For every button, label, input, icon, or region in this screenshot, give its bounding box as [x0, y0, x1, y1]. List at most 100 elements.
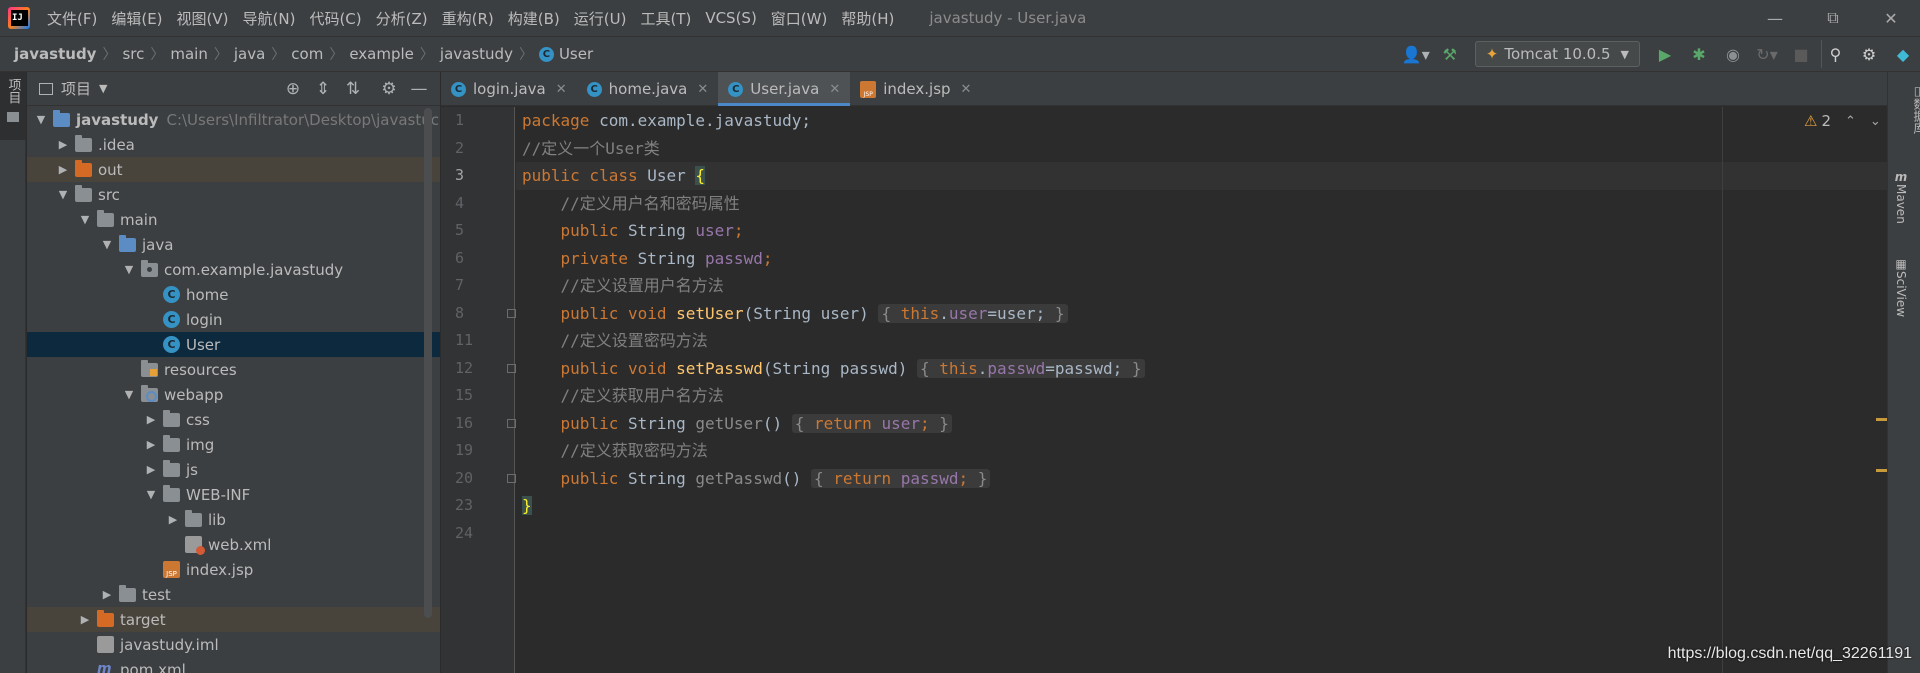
tab-index-jsp[interactable]: JSP index.jsp ✕ — [850, 72, 981, 106]
chevron-down-icon[interactable]: ▼ — [121, 263, 137, 276]
menu-tools[interactable]: 工具(T) — [633, 8, 698, 29]
menu-help[interactable]: 帮助(H) — [834, 8, 901, 29]
menu-analyze[interactable]: 分析(Z) — [369, 8, 435, 29]
chevron-right-icon[interactable]: ▶ — [55, 138, 71, 151]
chevron-down-icon[interactable]: ▼ — [33, 113, 49, 126]
folded-body[interactable]: { this.user=user; } — [878, 303, 1068, 323]
chevron-right-icon[interactable]: ▶ — [99, 588, 115, 601]
menu-vcs[interactable]: VCS(S) — [698, 9, 763, 27]
close-icon[interactable]: ✕ — [829, 82, 840, 97]
tree-item-css[interactable]: ▶ css — [27, 407, 440, 432]
breadcrumb-main[interactable]: main — [170, 45, 207, 63]
tab-user-java[interactable]: C User.java ✕ — [718, 72, 851, 106]
tree-item-idea[interactable]: ▶ .idea — [27, 132, 440, 157]
fold-icon[interactable] — [507, 363, 516, 373]
tab-home-java[interactable]: Chome.java ✕ — [577, 72, 719, 106]
menu-file[interactable]: 文件(F) — [40, 8, 104, 29]
tree-item-home[interactable]: Chome — [27, 282, 440, 307]
code-editor[interactable]: package com.example.javastudy; //定义一个Use… — [516, 107, 1887, 673]
tree-item-webinf[interactable]: ▼ WEB-INF — [27, 482, 440, 507]
gear-icon[interactable]: ⚙ — [374, 79, 404, 99]
locate-icon[interactable]: ⊕ — [278, 79, 308, 99]
chevron-up-icon[interactable]: ⌃ — [1845, 114, 1856, 129]
close-icon[interactable]: ✕ — [1862, 0, 1920, 36]
tree-item-javastudy[interactable]: ▼ javastudy C:\Users\Infiltrator\Desktop\j… — [27, 107, 440, 132]
chevron-down-icon[interactable]: ▼ — [99, 82, 107, 95]
breadcrumb-example[interactable]: example — [349, 45, 414, 63]
run-configuration-select[interactable]: ✦ Tomcat 10.0.5 ▼ — [1474, 41, 1640, 67]
minimize-icon[interactable]: — — [1746, 0, 1804, 36]
breadcrumb-javastudy[interactable]: javastudy — [440, 45, 513, 63]
search-icon[interactable]: ⚲ — [1821, 40, 1849, 68]
fold-icon[interactable] — [507, 418, 516, 428]
breadcrumb-project[interactable]: javastudy — [14, 45, 96, 63]
menu-build[interactable]: 构建(B) — [501, 8, 567, 29]
chevron-right-icon[interactable]: ▶ — [143, 463, 159, 476]
project-scrollbar[interactable] — [424, 108, 432, 618]
breadcrumb-java[interactable]: java — [234, 45, 265, 63]
breadcrumb-com[interactable]: com — [291, 45, 323, 63]
tab-login-java[interactable]: Clogin.java ✕ — [441, 72, 577, 106]
hide-icon[interactable]: — — [404, 79, 434, 99]
maven-tool-tab[interactable]: m Maven — [1894, 170, 1908, 224]
tree-item-js[interactable]: ▶ js — [27, 457, 440, 482]
tree-item-img[interactable]: ▶ img — [27, 432, 440, 457]
menu-window[interactable]: 窗口(W) — [764, 8, 835, 29]
sciview-tool-tab[interactable]: ▦ SciView — [1894, 257, 1908, 317]
tree-item-iml[interactable]: javastudy.iml — [27, 632, 440, 657]
restore-icon[interactable]: ⧉ — [1804, 0, 1862, 36]
fold-icon[interactable] — [507, 308, 516, 318]
chevron-right-icon[interactable]: ▶ — [55, 163, 71, 176]
tree-item-user[interactable]: C User — [27, 332, 440, 357]
fold-icon[interactable] — [507, 473, 516, 483]
tree-item-webxml[interactable]: web.xml — [27, 532, 440, 557]
menu-run[interactable]: 运行(U) — [567, 8, 634, 29]
breadcrumb-user[interactable]: User — [559, 45, 593, 63]
project-panel-title[interactable]: 项目 — [61, 78, 91, 99]
menu-navigate[interactable]: 导航(N) — [236, 8, 303, 29]
run-icon[interactable]: ▶ — [1651, 40, 1679, 68]
tree-item-pom[interactable]: m pom.xml — [27, 657, 440, 673]
tree-item-indexjsp[interactable]: JSP index.jsp — [27, 557, 440, 582]
tree-item-main[interactable]: ▼ main — [27, 207, 440, 232]
chevron-right-icon[interactable]: ▶ — [165, 513, 181, 526]
build-hammer-icon[interactable]: ⚒ — [1436, 40, 1464, 68]
tree-item-java[interactable]: ▼ java — [27, 232, 440, 257]
debug-icon[interactable]: ✱ — [1685, 40, 1713, 68]
inspection-widget[interactable]: ⚠ 2 ⌃ ⌄ — [1804, 112, 1881, 130]
chevron-right-icon[interactable]: ▶ — [143, 438, 159, 451]
chevron-down-icon[interactable]: ⌄ — [1870, 114, 1881, 129]
close-icon[interactable]: ✕ — [556, 82, 567, 97]
tree-item-login[interactable]: Clogin — [27, 307, 440, 332]
toolbox-icon[interactable]: ◆ — [1889, 40, 1917, 68]
menu-view[interactable]: 视图(V) — [170, 8, 236, 29]
chevron-down-icon[interactable]: ▼ — [55, 188, 71, 201]
project-tool-tab[interactable]: 项目 — [0, 72, 26, 140]
tree-item-webapp[interactable]: ▼ webapp — [27, 382, 440, 407]
folded-body[interactable]: { return user; } — [791, 413, 952, 433]
user-icon[interactable]: 👤▾ — [1402, 40, 1430, 68]
stop-icon[interactable]: ■ — [1787, 40, 1815, 68]
folded-body[interactable]: { this.passwd=passwd; } — [916, 358, 1145, 378]
breadcrumb-src[interactable]: src — [122, 45, 144, 63]
coverage-icon[interactable]: ◉ — [1719, 40, 1747, 68]
close-icon[interactable]: ✕ — [961, 82, 972, 97]
tree-item-resources[interactable]: resources — [27, 357, 440, 382]
menu-refactor[interactable]: 重构(R) — [435, 8, 501, 29]
tree-item-package[interactable]: ▼ com.example.javastudy — [27, 257, 440, 282]
database-tool-tab[interactable]: ◫ 数据库 — [1894, 84, 1920, 134]
tree-item-test[interactable]: ▶ test — [27, 582, 440, 607]
profile-icon[interactable]: ↻▾ — [1753, 40, 1781, 68]
chevron-right-icon[interactable]: ▶ — [143, 413, 159, 426]
chevron-down-icon[interactable]: ▼ — [77, 213, 93, 226]
tree-item-lib[interactable]: ▶ lib — [27, 507, 440, 532]
tree-item-src[interactable]: ▼ src — [27, 182, 440, 207]
tree-item-target[interactable]: ▶ target — [27, 607, 440, 632]
chevron-down-icon[interactable]: ▼ — [121, 388, 137, 401]
expand-all-icon[interactable]: ⇕ — [308, 79, 338, 99]
menu-code[interactable]: 代码(C) — [302, 8, 368, 29]
folded-body[interactable]: { return passwd; } — [811, 468, 991, 488]
tree-item-out[interactable]: ▶ out — [27, 157, 440, 182]
line-number-gutter[interactable]: 1 2 3 4 5 6 7 8 11 12 15 16 19 20 23 24 — [441, 107, 516, 673]
close-icon[interactable]: ✕ — [697, 82, 708, 97]
